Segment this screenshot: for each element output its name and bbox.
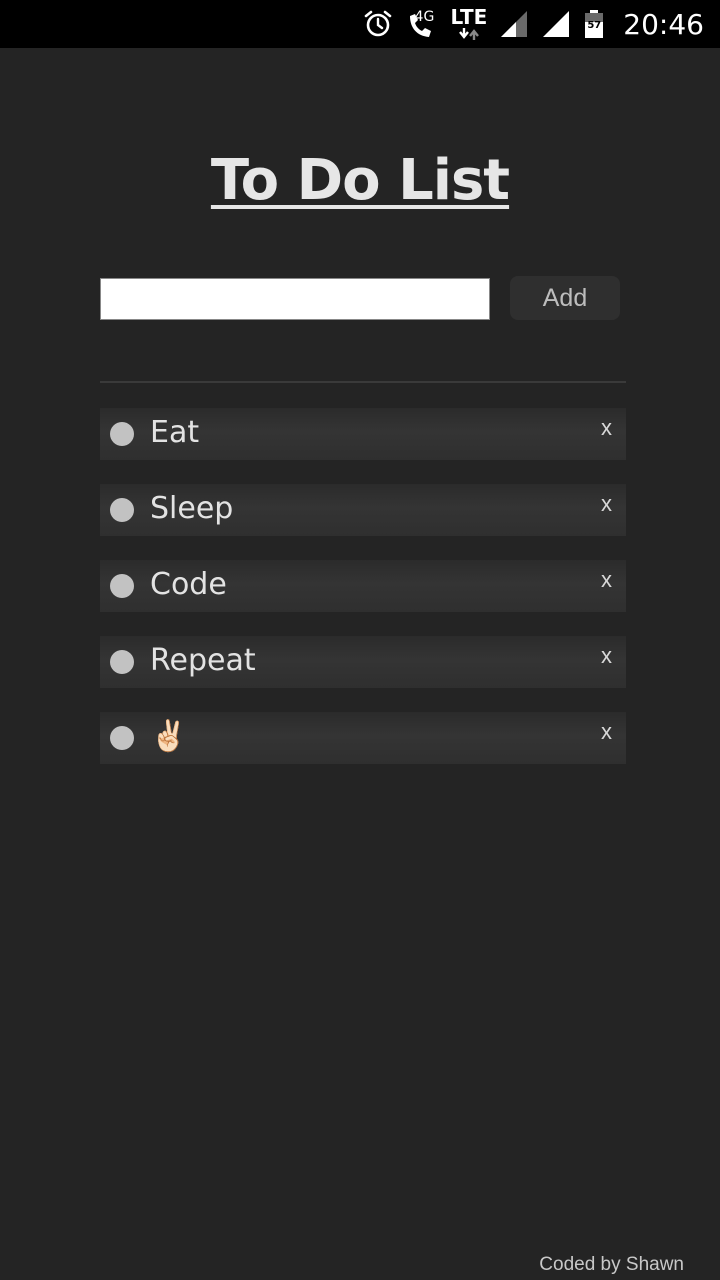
task-item[interactable]: Sleep x — [100, 484, 626, 536]
data-arrows-icon — [458, 28, 479, 40]
alarm-icon — [363, 9, 393, 39]
signal-icon — [499, 10, 529, 38]
task-list: Eat x Sleep x Code x Repeat x ✌🏻 x — [100, 408, 626, 788]
status-bar: 4G LTE 57 20:46 — [0, 0, 720, 48]
task-item[interactable]: Eat x — [100, 408, 626, 460]
task-text: Code — [150, 567, 227, 602]
task-bullet-icon — [110, 498, 134, 522]
battery-level: 57 — [587, 20, 602, 31]
status-clock: 20:46 — [623, 7, 704, 41]
status-icons: 4G LTE 57 20:46 — [363, 0, 704, 48]
volte-call-icon: 4G — [405, 8, 439, 40]
delete-task-button[interactable]: x — [601, 720, 612, 744]
delete-task-button[interactable]: x — [601, 644, 612, 668]
signal-icon — [541, 10, 571, 38]
page-title: To Do List — [210, 148, 510, 213]
task-text: Sleep — [150, 491, 234, 526]
network-4g-label: 4G — [414, 9, 435, 25]
new-task-input[interactable] — [100, 278, 490, 320]
task-bullet-icon — [110, 422, 134, 446]
task-text: ✌🏻 — [150, 719, 188, 754]
task-item[interactable]: Repeat x — [100, 636, 626, 688]
add-task-button[interactable]: Add — [510, 276, 620, 320]
task-item[interactable]: Code x — [100, 560, 626, 612]
task-text: Repeat — [150, 643, 256, 678]
network-lte-label: LTE — [450, 5, 488, 29]
task-bullet-icon — [110, 726, 134, 750]
delete-task-button[interactable]: x — [601, 416, 612, 440]
delete-task-button[interactable]: x — [601, 568, 612, 592]
divider — [100, 381, 626, 383]
task-text: Eat — [150, 415, 200, 450]
task-bullet-icon — [110, 650, 134, 674]
footer-credit: Coded by Shawn — [539, 1254, 684, 1275]
battery-icon: 57 — [583, 8, 605, 40]
task-item[interactable]: ✌🏻 x — [100, 712, 626, 764]
page-title-wrap: To Do List — [0, 148, 720, 213]
task-bullet-icon — [110, 574, 134, 598]
delete-task-button[interactable]: x — [601, 492, 612, 516]
lte-data-icon: LTE — [450, 5, 488, 41]
